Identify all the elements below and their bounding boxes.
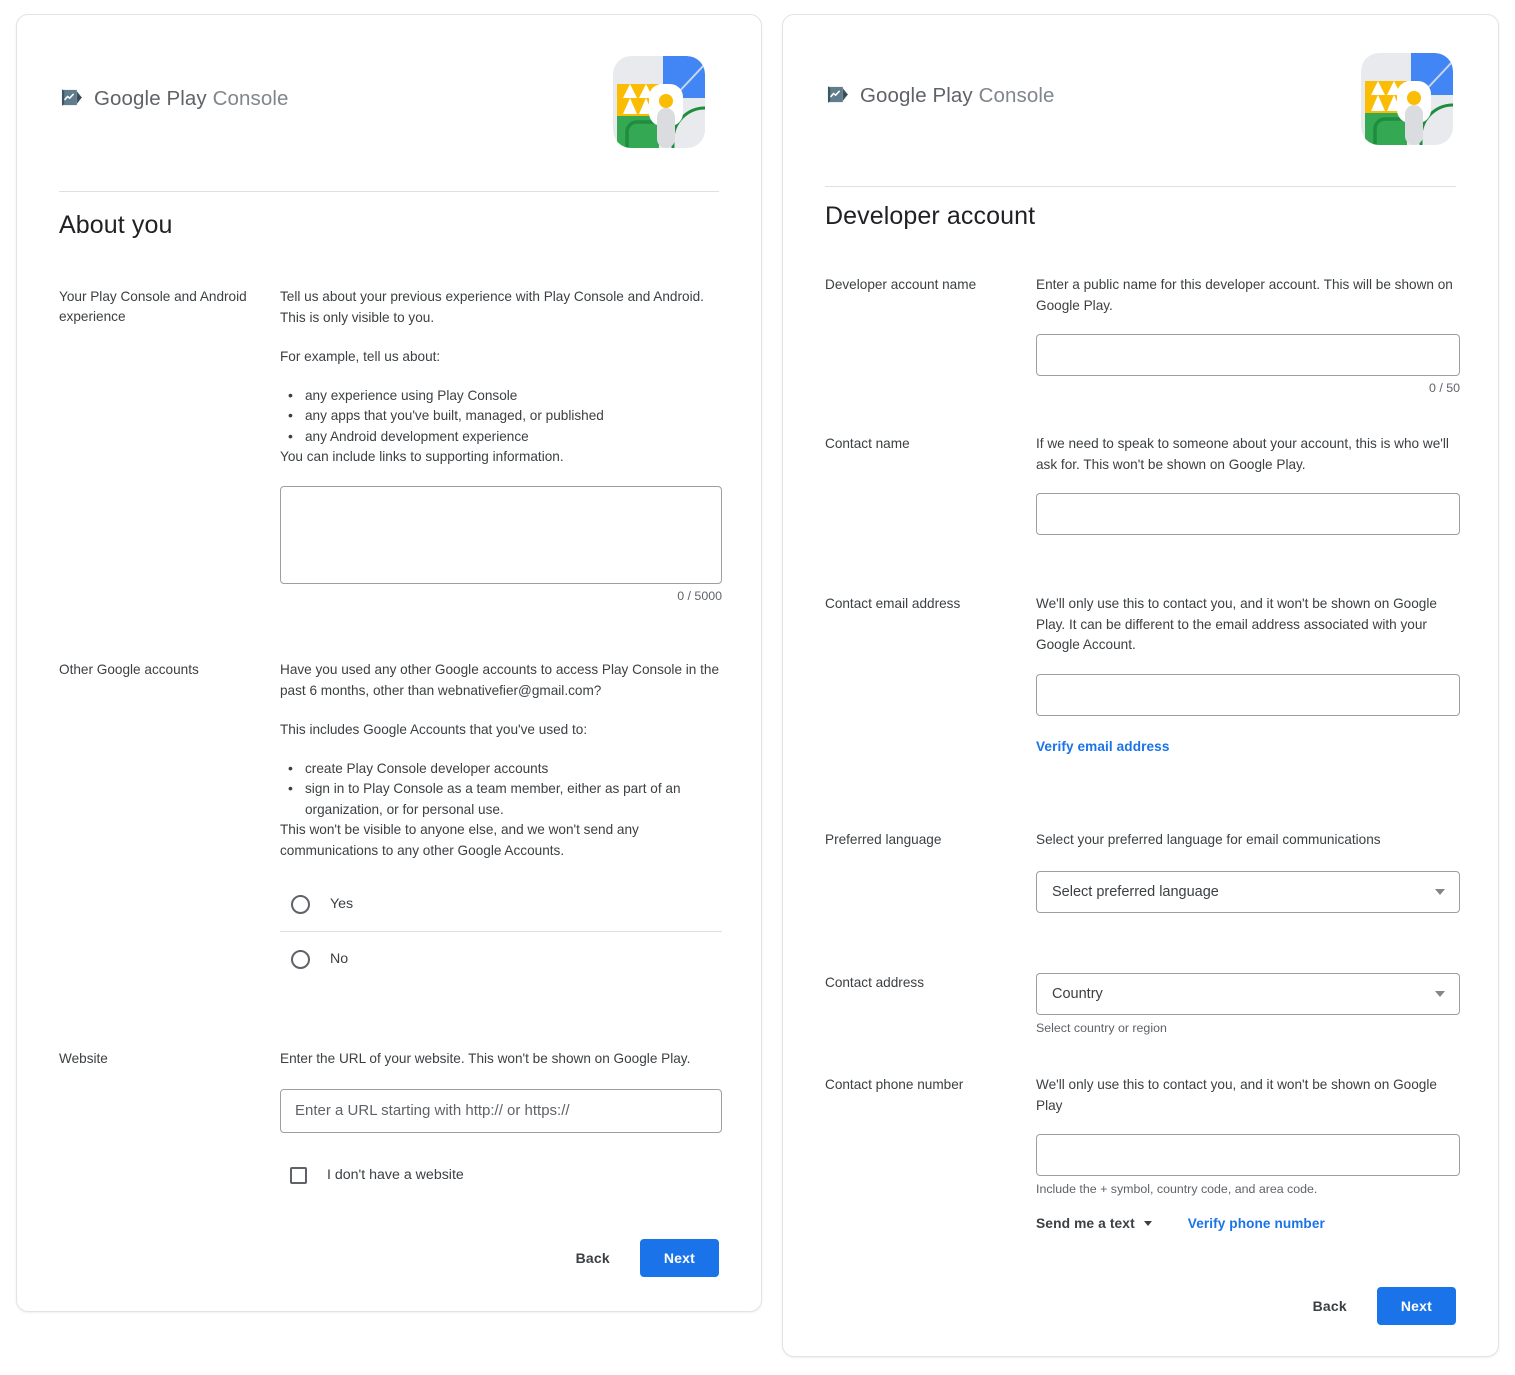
page-title: About you xyxy=(59,211,173,239)
form-row-other-accounts: Other Google accounts Have you used any … xyxy=(59,660,722,986)
header-divider xyxy=(59,191,719,192)
about-you-card: Google Play Console About you Your Play … xyxy=(16,14,762,1312)
developer-account-name-counter: 0 / 50 xyxy=(1428,381,1460,395)
chevron-down-icon xyxy=(1435,888,1445,895)
experience-desc-3: You can include links to supporting info… xyxy=(280,449,564,464)
developer-account-card: Google Play Console Developer account De… xyxy=(782,14,1499,1357)
verify-email-address-link[interactable]: Verify email address xyxy=(1036,739,1169,754)
row-label-contact-address: Contact address xyxy=(825,975,924,990)
row-label-preferred-language: Preferred language xyxy=(825,832,942,847)
row-label-developer-account-name: Developer account name xyxy=(825,277,977,292)
website-url-placeholder: Enter a URL starting with http:// or htt… xyxy=(295,1102,570,1119)
row-label-contact-name: Contact name xyxy=(825,436,910,451)
form-row-preferred-language: Preferred language Select your preferred… xyxy=(825,830,1461,913)
brand-text: Google Play Console xyxy=(94,86,289,110)
developer-account-name-desc: Enter a public name for this developer a… xyxy=(1036,277,1453,313)
radio-option-yes[interactable]: Yes xyxy=(280,877,722,931)
screenshot-root: Google Play Console About you Your Play … xyxy=(0,0,1515,1375)
form-row-developer-account-name: Developer account name Enter a public na… xyxy=(825,275,1461,395)
next-button[interactable]: Next xyxy=(1376,1287,1456,1325)
form-row-experience: Your Play Console and Android experience… xyxy=(59,287,722,603)
experience-bullet-list: any experience using Play Console any ap… xyxy=(280,385,721,448)
row-label-other-accounts: Other Google accounts xyxy=(59,662,199,677)
back-button[interactable]: Back xyxy=(566,1241,620,1275)
back-button[interactable]: Back xyxy=(1303,1289,1357,1323)
contact-email-input[interactable] xyxy=(1036,673,1460,716)
form-row-contact-name: Contact name If we need to speak to some… xyxy=(825,434,1461,535)
other-accounts-desc-3: This won't be visible to anyone else, an… xyxy=(280,822,639,858)
preferred-language-desc: Select your preferred language for email… xyxy=(1036,832,1381,847)
google-play-console-logo-icon xyxy=(825,83,851,109)
form-row-contact-phone: Contact phone number We'll only use this… xyxy=(825,1075,1461,1231)
website-desc: Enter the URL of your website. This won'… xyxy=(280,1051,691,1066)
country-select-helper: Select country or region xyxy=(1036,1021,1167,1035)
country-select[interactable]: Country xyxy=(1036,973,1460,1015)
experience-desc-1: Tell us about your previous experience w… xyxy=(280,289,704,325)
card-header-right: Google Play Console xyxy=(783,15,1498,187)
row-label-contact-phone: Contact phone number xyxy=(825,1077,964,1092)
form-row-contact-address: Contact address Country Select country o… xyxy=(825,973,1461,1035)
next-button[interactable]: Next xyxy=(639,1239,719,1277)
contact-name-desc: If we need to speak to someone about you… xyxy=(1036,436,1449,472)
other-accounts-desc-2: This includes Google Accounts that you'v… xyxy=(280,722,588,737)
page-title: Developer account xyxy=(825,202,1036,230)
account-avatar-illustration-icon xyxy=(1361,53,1453,145)
experience-textarea[interactable] xyxy=(280,485,722,584)
list-item: sign in to Play Console as a team member… xyxy=(288,778,721,820)
no-website-checkbox-row[interactable]: I don't have a website xyxy=(280,1166,721,1184)
list-item: any Android development experience xyxy=(288,426,721,448)
send-me-a-text-select[interactable]: Send me a text xyxy=(1036,1216,1152,1231)
experience-char-counter: 0 / 5000 xyxy=(677,588,722,603)
contact-phone-input[interactable] xyxy=(1036,1134,1460,1176)
brand-text: Google Play Console xyxy=(860,83,1055,107)
card-header-left: Google Play Console xyxy=(17,15,761,192)
list-item: any apps that you've built, managed, or … xyxy=(288,405,721,427)
contact-name-input[interactable] xyxy=(1036,493,1460,535)
account-avatar-illustration-icon xyxy=(613,56,705,148)
left-action-bar: Back Next xyxy=(566,1239,719,1277)
google-play-console-logo-icon xyxy=(59,86,85,112)
row-label-experience: Your Play Console and Android experience xyxy=(59,289,247,324)
brand-lockup: Google Play Console xyxy=(59,86,289,112)
radio-label-no: No xyxy=(330,951,349,967)
country-select-value: Country xyxy=(1052,986,1103,1002)
no-website-checkbox-label: I don't have a website xyxy=(327,1167,464,1183)
radio-option-no[interactable]: No xyxy=(280,932,722,986)
send-me-a-text-value: Send me a text xyxy=(1036,1216,1135,1231)
radio-unchecked-icon xyxy=(291,949,310,969)
developer-account-name-input[interactable] xyxy=(1036,334,1460,376)
radio-label-yes: Yes xyxy=(330,896,354,912)
brand-name-secondary: Console xyxy=(978,83,1055,107)
contact-phone-helper: Include the + symbol, country code, and … xyxy=(1036,1182,1318,1196)
brand-lockup: Google Play Console xyxy=(825,83,1055,109)
list-item: create Play Console developer accounts xyxy=(288,758,721,780)
brand-name-secondary: Console xyxy=(212,86,289,110)
radio-unchecked-icon xyxy=(291,894,310,914)
other-accounts-desc-1: Have you used any other Google accounts … xyxy=(280,662,720,698)
list-item: any experience using Play Console xyxy=(288,385,721,407)
right-action-bar: Back Next xyxy=(1303,1287,1456,1325)
chevron-down-icon xyxy=(1435,991,1445,997)
row-label-website: Website xyxy=(59,1051,108,1066)
chevron-down-icon xyxy=(1143,1221,1152,1226)
contact-phone-desc: We'll only use this to contact you, and … xyxy=(1036,1077,1437,1113)
other-accounts-bullet-list: create Play Console developer accounts s… xyxy=(280,758,721,821)
brand-name-primary: Google Play xyxy=(94,86,207,110)
form-row-contact-email: Contact email address We'll only use thi… xyxy=(825,594,1461,756)
row-label-contact-email: Contact email address xyxy=(825,596,961,611)
other-accounts-radio-group: Yes No xyxy=(280,877,722,986)
verify-phone-number-link[interactable]: Verify phone number xyxy=(1188,1216,1325,1231)
phone-verify-row: Send me a text Verify phone number xyxy=(1036,1216,1461,1231)
website-url-input[interactable]: Enter a URL starting with http:// or htt… xyxy=(280,1088,722,1133)
form-row-website: Website Enter the URL of your website. T… xyxy=(59,1049,722,1184)
brand-name-primary: Google Play xyxy=(860,83,973,107)
header-divider xyxy=(825,186,1456,187)
contact-email-desc: We'll only use this to contact you, and … xyxy=(1036,596,1437,652)
preferred-language-select-value: Select preferred language xyxy=(1052,883,1219,900)
checkbox-unchecked-icon xyxy=(290,1166,307,1184)
experience-desc-2: For example, tell us about: xyxy=(280,349,441,364)
preferred-language-select[interactable]: Select preferred language xyxy=(1036,870,1460,913)
